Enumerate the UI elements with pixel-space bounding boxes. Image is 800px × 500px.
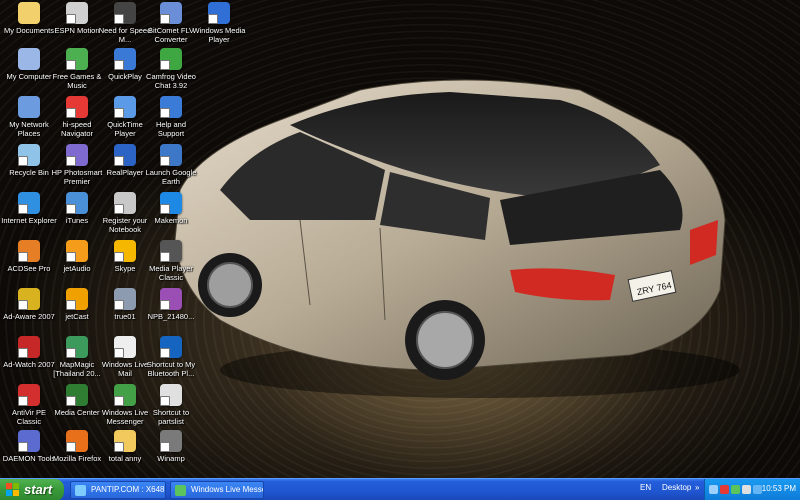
bitcomet-icon: [160, 2, 182, 24]
true01-icon: [114, 288, 136, 310]
live-mail-icon: [114, 336, 136, 358]
desktop-icon-label: Shortcut to My Bluetooth Pl...: [146, 360, 196, 378]
desktop: ZRY 764 My Documents ESPN Motion Need for …: [0, 0, 800, 478]
desktop-icon-winamp[interactable]: Winamp: [143, 430, 199, 476]
acdsee-icon: [18, 240, 40, 262]
media-player-icon: [208, 2, 230, 24]
desktop-icon-label: Media Player Classic: [149, 264, 193, 282]
desktop-icon-label: Winamp: [157, 454, 185, 463]
nfs-game-icon: [114, 2, 136, 24]
network-tray-icon[interactable]: [709, 485, 718, 494]
desktop-icon-winrar[interactable]: NPB_21480...: [143, 288, 199, 334]
camfrog-icon: [160, 48, 182, 70]
desktop-icon-label: Makemon: [154, 216, 188, 225]
ie-task-icon: [75, 485, 86, 496]
toolbar-expand-arrow[interactable]: »: [695, 483, 699, 492]
antivir-tray-icon[interactable]: [720, 485, 729, 494]
quicktime-icon: [114, 96, 136, 118]
lexus-car-wallpaper: ZRY 764: [174, 79, 740, 398]
computer-icon: [18, 48, 40, 70]
start-label: start: [24, 482, 53, 497]
messenger-tray-icon[interactable]: [731, 485, 740, 494]
bluetooth-icon: [160, 336, 182, 358]
taskbar: start PANTIP.COM : X6485... Windows Live…: [0, 478, 800, 500]
system-tray: 10:53 PM: [704, 479, 800, 500]
messenger-task-icon: [175, 485, 186, 496]
free-games-icon: [66, 48, 88, 70]
live-messenger-icon: [114, 384, 136, 406]
media-center-icon: [66, 384, 88, 406]
desktop-icon-makemon[interactable]: Makemon: [143, 192, 199, 238]
desktop-icon-media-player-classic[interactable]: Media Player Classic: [143, 240, 199, 286]
desktop-icon-label: Shortcut to partslist: [152, 408, 190, 426]
desktop-icon-media-player[interactable]: Windows Media Player: [191, 2, 247, 48]
desktop-icon-label: NPB_21480...: [147, 312, 195, 321]
volume-tray-icon[interactable]: [742, 485, 751, 494]
media-player-classic-icon: [160, 240, 182, 262]
desktop-icon-camfrog[interactable]: Camfrog Video Chat 3.92: [143, 48, 199, 94]
folder-documents-icon: [18, 2, 40, 24]
jetaudio-icon: [66, 240, 88, 262]
network-icon: [18, 96, 40, 118]
windows-flag-icon: [6, 483, 19, 496]
desktop-toolbar[interactable]: Desktop: [662, 483, 691, 492]
desktop-icon-partslist[interactable]: Shortcut to partslist: [143, 384, 199, 430]
language-indicator[interactable]: EN: [640, 483, 651, 492]
antivir-icon: [18, 384, 40, 406]
desktop-icon-label: Help and Support: [155, 120, 187, 138]
taskbar-button-messenger[interactable]: Windows Live Messen...: [170, 481, 264, 499]
desktop-icon-bluetooth[interactable]: Shortcut to My Bluetooth Pl...: [143, 336, 199, 382]
help-icon: [160, 96, 182, 118]
internet-explorer-icon: [18, 192, 40, 214]
quickplay-icon: [114, 48, 136, 70]
desktop-icon-label: Windows Media Player: [192, 26, 246, 44]
task-label: Windows Live Messen...: [191, 485, 263, 494]
firefox-icon: [66, 430, 88, 452]
jetcast-icon: [66, 288, 88, 310]
itunes-icon: [66, 192, 88, 214]
true-navigator-icon: [66, 96, 88, 118]
recycle-bin-icon: [18, 144, 40, 166]
lexus-logo-icon: [66, 2, 88, 24]
desktop-icon-label: Camfrog Video Chat 3.92: [146, 72, 196, 90]
desktop-icon-help[interactable]: Help and Support: [143, 96, 199, 142]
winamp-icon: [160, 430, 182, 452]
start-button[interactable]: start: [0, 479, 64, 500]
skype-icon: [114, 240, 136, 262]
makemon-icon: [160, 192, 182, 214]
desktop-icon-google-earth[interactable]: Launch Google Earth: [143, 144, 199, 190]
mapmagic-icon: [66, 336, 88, 358]
ad-aware-icon: [18, 288, 40, 310]
taskbar-button-pantip[interactable]: PANTIP.COM : X6485...: [70, 481, 166, 499]
register-icon: [114, 192, 136, 214]
partslist-icon: [160, 384, 182, 406]
google-earth-icon: [160, 144, 182, 166]
folder-icon: [114, 430, 136, 452]
realplayer-icon: [114, 144, 136, 166]
daemon-tools-icon: [18, 430, 40, 452]
winrar-icon: [160, 288, 182, 310]
clock[interactable]: 10:53 PM: [762, 484, 796, 493]
hp-photosmart-icon: [66, 144, 88, 166]
bluetooth-tray-icon[interactable]: [753, 485, 762, 494]
desktop-icon-label: Launch Google Earth: [145, 168, 197, 186]
ad-watch-icon: [18, 336, 40, 358]
task-label: PANTIP.COM : X6485...: [91, 485, 165, 494]
